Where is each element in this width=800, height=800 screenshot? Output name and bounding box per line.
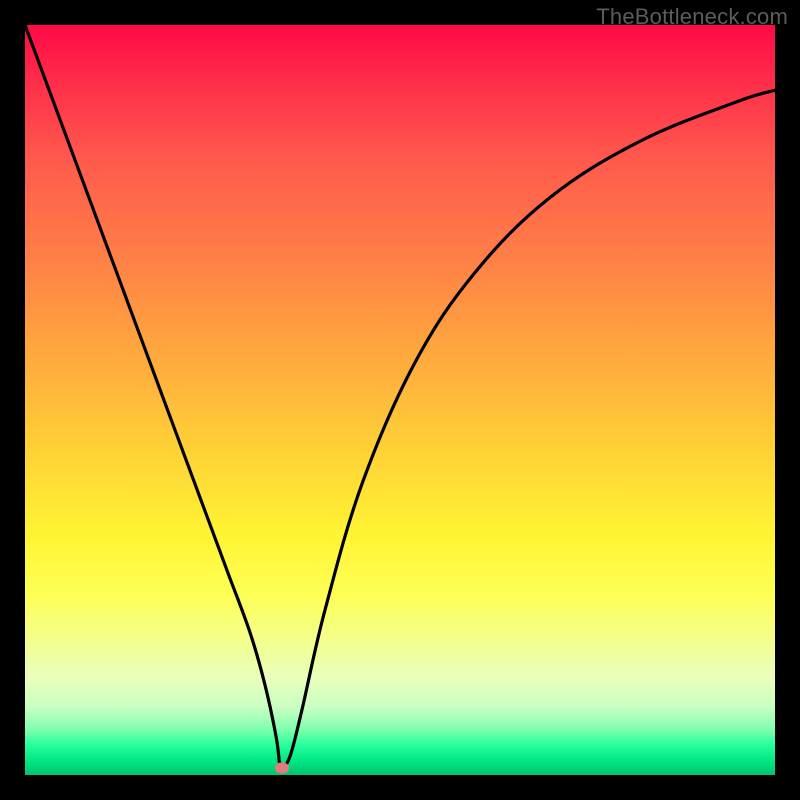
bottleneck-curve [25,25,775,770]
chart-frame: TheBottleneck.com [0,0,800,800]
plot-area [25,25,775,775]
vertex-marker [275,762,289,773]
curve-layer [25,25,775,775]
